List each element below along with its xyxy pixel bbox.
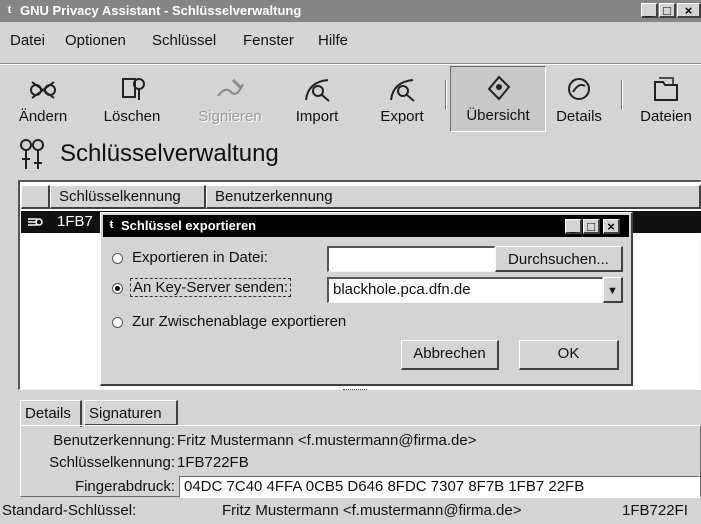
delete-key-icon	[122, 78, 145, 100]
status-label: Standard-Schlüssel:	[2, 502, 137, 519]
column-header-icon[interactable]	[21, 185, 50, 209]
dialog-minimize-button[interactable]: _	[565, 219, 582, 234]
toolbar-label: Export	[380, 108, 424, 125]
export-dialog: ŧ Schlüssel exportieren _ □ × Exportiere…	[100, 212, 633, 386]
status-key: 1FB722FI	[622, 502, 688, 519]
tab-details[interactable]: Details	[20, 400, 82, 427]
splitter-handle[interactable]	[343, 389, 367, 394]
row-key-id: 1FB7	[57, 213, 93, 230]
status-bar: Standard-Schlüssel: Fritz Mustermann <f.…	[0, 500, 701, 524]
browse-button[interactable]: Durchsuchen...	[495, 246, 623, 272]
toolbar-label: Übersicht	[466, 107, 530, 124]
menu-datei[interactable]: Datei	[10, 32, 45, 49]
toolbar-button-loeschen[interactable]: Löschen	[84, 68, 180, 130]
export-key-icon	[390, 79, 415, 102]
dialog-app-icon[interactable]: ŧ	[105, 219, 118, 232]
user-id-label: Benutzerkennung:	[53, 432, 175, 449]
chevron-down-icon[interactable]: ▼	[603, 277, 623, 303]
column-header-user-id[interactable]: Benutzerkennung	[206, 185, 701, 209]
toolbar-button-export[interactable]: Export	[366, 68, 438, 130]
fingerprint-field[interactable]: 04DC 7C40 4FFA 0CB5 D646 8FDC 7307 8F7B …	[179, 476, 700, 498]
toolbar-label: Details	[556, 108, 602, 125]
maximize-button[interactable]: □	[659, 3, 676, 18]
page-title: Schlüsselverwaltung	[60, 140, 279, 167]
file-path-input[interactable]	[327, 246, 495, 272]
toolbar-button-dateien[interactable]: Dateien	[631, 68, 701, 130]
radio-keyserver[interactable]	[112, 283, 123, 294]
label-clipboard[interactable]: Zur Zwischenablage exportieren	[132, 313, 346, 330]
toolbar-label: Import	[295, 108, 339, 125]
user-id-value: Fritz Mustermann <f.mustermann@firma.de>	[177, 432, 477, 449]
menu-fenster[interactable]: Fenster	[243, 32, 294, 49]
cancel-button[interactable]: Abbrechen	[401, 340, 499, 370]
close-button[interactable]: ×	[677, 3, 701, 18]
tab-signaturen[interactable]: Signaturen	[84, 400, 178, 426]
toolbar-button-import[interactable]: Import	[281, 68, 353, 130]
import-key-icon	[305, 79, 330, 102]
toolbar-separator	[445, 80, 447, 110]
window-title-bar[interactable]: ŧ GNU Privacy Assistant - Schlüsselverwa…	[0, 0, 701, 22]
toolbar-button-details[interactable]: Details	[546, 68, 612, 130]
keypair-icon	[28, 218, 43, 226]
toolbar-label: Signieren	[198, 108, 262, 125]
dialog-maximize-button[interactable]: □	[583, 219, 600, 234]
app-icon[interactable]: ŧ	[3, 4, 16, 17]
toolbar-label: Löschen	[103, 108, 161, 125]
key-id-label: Schlüsselkennung:	[49, 454, 175, 471]
label-keyserver[interactable]: An Key-Server senden:	[130, 278, 292, 297]
minimize-button[interactable]: _	[641, 3, 658, 18]
radio-clipboard[interactable]	[112, 317, 123, 328]
dialog-close-button[interactable]: ×	[603, 219, 620, 234]
menu-divider	[0, 63, 701, 65]
keyring-icon	[20, 139, 44, 169]
menu-hilfe[interactable]: Hilfe	[318, 32, 348, 49]
toolbar-button-signieren[interactable]: Signieren	[186, 68, 274, 130]
sign-key-icon	[217, 78, 244, 97]
details-icon	[568, 78, 590, 100]
toolbar-button-uebersicht[interactable]: Übersicht	[450, 66, 546, 132]
toolbar-label: Dateien	[640, 108, 692, 125]
fingerprint-label: Fingerabdruck:	[74, 478, 175, 495]
toolbar-separator	[621, 80, 623, 110]
radio-export-file[interactable]	[112, 253, 123, 264]
toolbar-label: Ändern	[18, 108, 68, 125]
menu-optionen[interactable]: Optionen	[65, 32, 126, 49]
label-export-file[interactable]: Exportieren in Datei:	[132, 249, 268, 266]
toolbar-button-aendern[interactable]: Ändern	[4, 68, 82, 130]
keyserver-combobox[interactable]: blackhole.pca.dfn.de	[327, 277, 603, 303]
edit-keys-icon	[30, 81, 56, 99]
menu-schluessel[interactable]: Schlüssel	[152, 32, 216, 49]
status-user: Fritz Mustermann <f.mustermann@firma.de>	[222, 502, 522, 519]
files-icon	[654, 77, 678, 101]
details-panel: Benutzerkennung: Fritz Mustermann <f.mus…	[20, 425, 701, 498]
dialog-title: Schlüssel exportieren	[121, 218, 257, 233]
column-header-key-id[interactable]: Schlüsselkennung	[50, 185, 206, 209]
ok-button[interactable]: OK	[519, 340, 619, 370]
overview-icon	[487, 75, 511, 101]
key-id-value: 1FB722FB	[177, 454, 249, 471]
window-title: GNU Privacy Assistant - Schlüsselverwalt…	[20, 3, 302, 18]
dialog-title-bar[interactable]: ŧ Schlüssel exportieren _ □ ×	[103, 215, 629, 237]
